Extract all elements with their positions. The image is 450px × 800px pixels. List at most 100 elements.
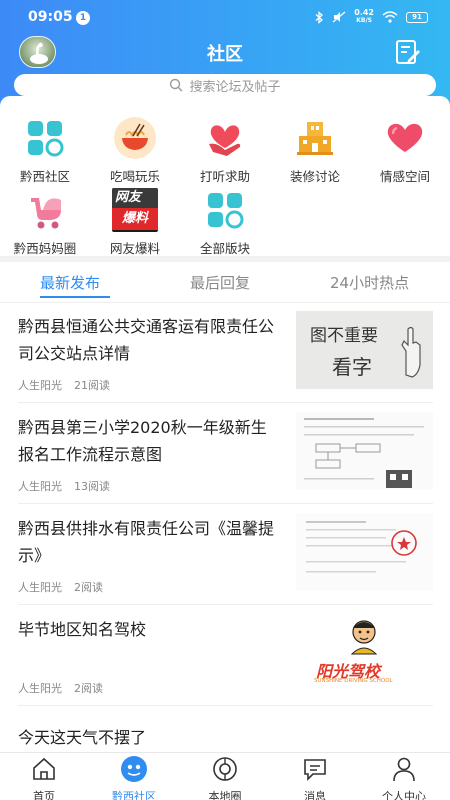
- community-page: 09:05 1 0.42 KB/S 91 社区 搜索论坛及帖子 黔西社区 吃喝玩…: [0, 0, 450, 800]
- category-netizen-news[interactable]: 网友 爆料 网友爆料: [95, 188, 175, 257]
- heart-hand-icon: [203, 116, 247, 160]
- post-separator: [18, 402, 433, 403]
- category-renovation[interactable]: 装修讨论: [275, 116, 355, 185]
- post-reads: 2阅读: [74, 581, 103, 594]
- nav-profile[interactable]: 个人中心: [374, 755, 434, 800]
- post-title: 黔西县恒通公共交通客运有限责任公司公交站点详情: [18, 317, 275, 363]
- nav-label: 首页: [33, 790, 55, 800]
- building-icon: [293, 116, 337, 160]
- thumb-caption-line2: 看字: [332, 355, 372, 379]
- post-item[interactable]: 黔西县供排水有限责任公司《温馨提示》 人生阳光 2阅读: [0, 505, 450, 605]
- post-title: 今天这天气不摆了: [18, 728, 147, 747]
- tab-latest[interactable]: 最新发布: [40, 272, 100, 293]
- user-icon: [393, 757, 415, 782]
- post-separator: [18, 705, 433, 706]
- stroller-icon: [23, 188, 67, 232]
- heart-icon: [383, 116, 427, 160]
- mute-icon: [332, 11, 346, 23]
- category-food-fun[interactable]: 吃喝玩乐: [95, 116, 175, 185]
- post-reads: 21阅读: [74, 379, 110, 392]
- content-card-top: [0, 96, 450, 106]
- category-mom-circle[interactable]: 黔西妈妈圈: [5, 188, 85, 257]
- page-title: 社区: [207, 44, 243, 65]
- flowchart-document-image: [296, 412, 433, 490]
- netizen-news-icon: 网友 爆料: [112, 188, 158, 232]
- status-bar: 09:05 1 0.42 KB/S 91: [0, 0, 450, 34]
- driving-school-mascot-icon: [350, 620, 378, 655]
- wifi-icon: [382, 11, 398, 23]
- search-icon: [170, 78, 183, 92]
- net-speed-value: 0.42: [354, 8, 374, 17]
- post-author: 人生阳光: [18, 480, 62, 493]
- nav-label: 消息: [304, 790, 326, 800]
- netizen-news-icon-text-bottom: 爆料: [112, 208, 158, 230]
- category-qianxi-community[interactable]: 黔西社区: [5, 116, 85, 185]
- post-thumbnail: [296, 513, 433, 591]
- post-reads: 2阅读: [74, 682, 103, 695]
- post-item[interactable]: 黔西县第三小学2020秋一年级新生报名工作流程示意图 人生阳光 13阅读: [0, 404, 450, 504]
- post-author: 人生阳光: [18, 581, 62, 594]
- community-icon: [121, 756, 147, 782]
- category-label: 黔西社区: [19, 169, 70, 184]
- nav-home[interactable]: 首页: [14, 755, 74, 800]
- system-icons: 0.42 KB/S 91: [315, 9, 428, 25]
- post-meta: 人生阳光 2阅读: [18, 579, 103, 595]
- nav-local-circle[interactable]: 本地圈: [195, 755, 255, 800]
- category-label: 打听求助: [199, 169, 250, 184]
- post-title: 黔西县第三小学2020秋一年级新生报名工作流程示意图: [18, 418, 267, 464]
- category-label: 黔西妈妈圈: [13, 241, 77, 256]
- grid-blocks-icon: [23, 116, 67, 160]
- post-thumbnail: 图不重要 看字: [296, 311, 433, 389]
- post-author: 人生阳光: [18, 682, 62, 695]
- post-separator: [18, 604, 433, 605]
- tab-last-reply[interactable]: 最后回复: [190, 272, 250, 293]
- post-meta: 人生阳光 13阅读: [18, 478, 110, 494]
- nav-qianxi-community[interactable]: 黔西社区: [104, 755, 164, 800]
- hand-gesture-icon: [401, 326, 421, 378]
- notice-document-image: [296, 513, 433, 591]
- category-ask-help[interactable]: 打听求助: [185, 116, 265, 185]
- battery-indicator: 91: [406, 11, 428, 23]
- net-speed-unit: KB/S: [356, 17, 372, 24]
- category-emotion-space[interactable]: 情感空间: [365, 116, 445, 185]
- grid-blocks-icon: [203, 188, 247, 232]
- category-label: 吃喝玩乐: [109, 169, 160, 184]
- post-author: 人生阳光: [18, 379, 62, 392]
- tab-24h-hot[interactable]: 24小时热点: [330, 272, 409, 293]
- home-icon: [33, 757, 55, 780]
- category-label: 装修讨论: [289, 169, 340, 184]
- local-circle-icon: [213, 757, 237, 781]
- noodle-bowl-icon: [113, 116, 157, 160]
- category-label: 情感空间: [379, 169, 430, 184]
- nav-messages[interactable]: 消息: [285, 755, 345, 800]
- netizen-news-icon-text-top: 网友: [112, 188, 158, 208]
- header-bar: 09:05 1 0.42 KB/S 91 社区 搜索论坛及帖子: [0, 0, 450, 106]
- category-label: 网友爆料: [109, 241, 160, 256]
- driving-school-logo-subtext: SUNSHINE DRIVING SCHOOL: [314, 678, 393, 684]
- post-reads: 13阅读: [74, 480, 110, 493]
- post-thumbnail: [296, 412, 433, 490]
- nav-label: 本地圈: [208, 790, 242, 800]
- post-item[interactable]: 毕节地区知名驾校 人生阳光 2阅读 阳光驾校 SUNSHINE DRIVING …: [0, 606, 450, 706]
- bluetooth-icon: [315, 10, 324, 24]
- thumb-caption-line1: 图不重要: [310, 326, 378, 346]
- category-all-boards[interactable]: 全部版块: [185, 188, 265, 257]
- post-meta: 人生阳光 2阅读: [18, 680, 103, 696]
- active-tab-indicator: [40, 296, 110, 298]
- chat-bubble-icon: [304, 759, 326, 781]
- compose-post-button[interactable]: [394, 38, 422, 66]
- edit-note-icon: [396, 40, 420, 64]
- net-speed: 0.42 KB/S: [354, 9, 374, 25]
- post-meta: 人生阳光 21阅读: [18, 377, 110, 393]
- bottom-navigation: 首页 黔西社区 本地圈 消息 个人中心: [0, 752, 450, 800]
- search-placeholder: 搜索论坛及帖子: [189, 79, 281, 95]
- post-separator: [18, 503, 433, 504]
- post-thumbnail: 阳光驾校 SUNSHINE DRIVING SCHOOL: [296, 614, 433, 692]
- post-title: 黔西县供排水有限责任公司《温馨提示》: [18, 519, 275, 565]
- post-item[interactable]: 黔西县恒通公共交通客运有限责任公司公交站点详情 人生阳光 21阅读 图不重要 看…: [0, 303, 450, 403]
- nav-label: 黔西社区: [112, 790, 156, 800]
- category-label: 全部版块: [199, 241, 250, 256]
- search-bar[interactable]: 搜索论坛及帖子: [14, 74, 436, 96]
- post-tabs: 最新发布 最后回复 24小时热点: [0, 262, 450, 302]
- status-time: 09:05: [28, 9, 73, 25]
